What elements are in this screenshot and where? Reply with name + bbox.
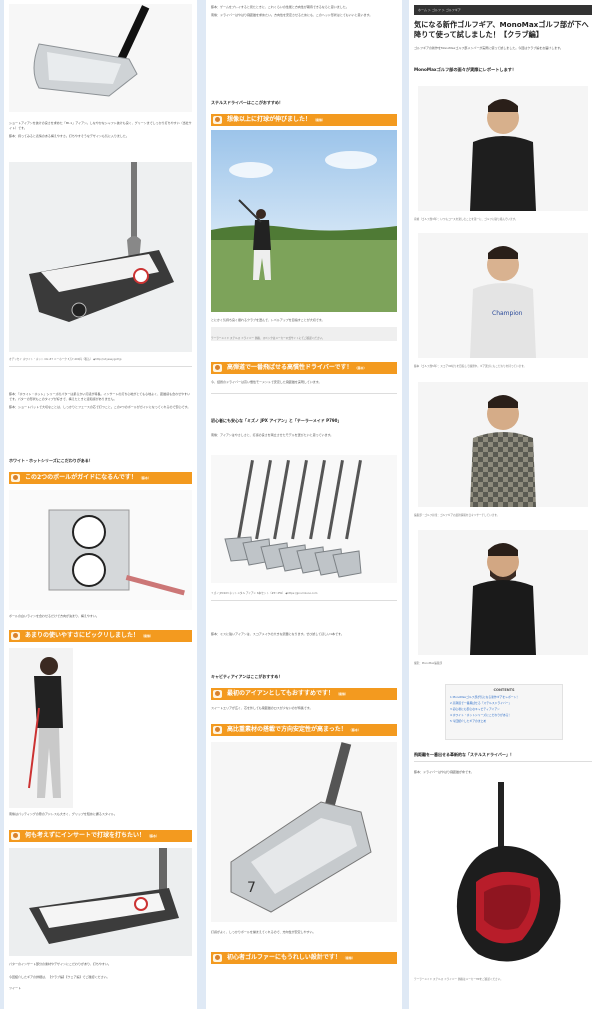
member-caption: 南條（ゴルフ歴3年）：いつもコースを楽しむことを第一に、ゴルフに取り組んでいます… (414, 218, 518, 221)
section-subheading: ステルスドライバーはここがおすすめ！ (211, 100, 283, 105)
member-caption: 藤本（ゴルフ歴5年）：スコア90切りを目指して練習中。ギア選びにもこだわりを持っ… (414, 365, 527, 368)
speaker-icon (11, 632, 20, 640)
paragraph: 藤本：ゲームをプレイすると見たときに、これくらいの性能と方向性が期待できるならと… (211, 5, 349, 9)
member-caption: 編集部・ゴルフ担当：ゴルフギアの最新情報を日々リサーチしています。 (414, 514, 500, 517)
paragraph: スイートエリアが広く、芯を外しても飛距離のロスが少ないのが特長です。 (211, 706, 313, 710)
product-credit: テーラーメイド ステルス ドライバー 価格はメーカーHPをご確認ください。 (414, 978, 503, 981)
section-banner: 最初のアイアンとしてもおすすめです！ （南條） (211, 688, 397, 700)
breadcrumb[interactable]: ホーム ＞ ゴルフ ＞ ゴルフギア (414, 5, 592, 15)
section-banner: あまりの使いやすさにビックリしました！ （南條） (9, 630, 192, 642)
speaker-icon (11, 474, 20, 482)
share-link[interactable]: ツイート (4, 986, 197, 991)
toc-title: CONTENTS (493, 688, 515, 692)
section-banner: 高比重素材の搭載で方向安定性が高まった！ （藤本） (211, 724, 397, 736)
paragraph: 藤本：ショートパットで大切なことは、しっかりとフェースの芯で打つこと。この2つの… (9, 405, 191, 409)
speaker-icon (213, 954, 222, 962)
toc-item[interactable]: 5 今回紹介したギアのまとめ (450, 718, 558, 724)
section-subheading: キャビティアイアンはここがおすすめ！ (211, 674, 283, 679)
photo-caption: 南條はパッティングの際のアドレスも大きく、グリップを短めに握るスタイル。 (9, 812, 117, 816)
driver-head-photo (418, 782, 588, 972)
member-photo-3 (418, 382, 588, 507)
paragraph: 藤本：持ってみると表情のある構えやすさ。打ちやすそうなデザインも気に入りました。 (9, 134, 129, 138)
paragraph: 藤本：「ホワイト・ホット」シリーズのパターは柔らかい打感が特長。インサートの打ち… (9, 392, 191, 401)
photo-credit: 撮影：MonoMax編集部 (414, 662, 442, 665)
product-credit: ミズノ JPX923 ホットメタル アイアン 6本セット（#5～PW） ◆htt… (211, 592, 318, 595)
paragraph: 藤本：ミスに強いアイアンは、スコアメイクの大きな武器になります。ぜひ試してほしい… (211, 632, 344, 636)
section-banner: 想像以上に打球が伸びました！ （南條） (211, 114, 397, 126)
putter-face-photo (9, 848, 192, 956)
product-credit: オデッセイ ホワイト・ホット OG #7 ニーホーク 3万7,400円（税込） … (9, 358, 122, 361)
iron-set-photo (211, 455, 397, 583)
footer-note: 今回紹介したギアの詳細は、【クラブ編】【ウェア編】でご確認ください。 (9, 975, 110, 979)
table-of-contents: CONTENTS 1 MonoMaxゴルフ部が気になる新作ギアをレポート！ 2 … (445, 684, 563, 740)
paragraph: 藤本：ドライバーはやはり飛距離が命です。 (414, 770, 474, 774)
paragraph: 南條：ドライバーはやはり飛距離を求めたい。方向性を安定させるためにも、このヘッド… (211, 13, 373, 17)
iron-head-closeup-photo: 7 (211, 742, 397, 922)
photo-caption: とにかく気持ち良く振れるクラブを選んで、レベルアップを目指すことが大切です。 (211, 318, 325, 322)
photo-caption: 打感がよく、しっかりボールを捕まえてくれるので、方向性が安定しやすい。 (211, 930, 316, 934)
article-column-2: 藤本：ゲームをプレイすると見たときに、これくらいの性能と方向性が期待できるならと… (206, 0, 402, 1009)
member-photo-2: Champion (418, 233, 588, 358)
member-photo-4 (418, 530, 588, 655)
paragraph: パターのインサート部分の素材やデザインにこだわりがあり、打ちやすい。 (9, 962, 111, 966)
iron-club-photo (9, 4, 192, 112)
section-banner: 何も考えずにインサートで打球を打ちたい！ （藤本） (9, 830, 192, 842)
paragraph: 今、話題のドライバーは高い慣性モーメントで安定した飛距離を実現しています。 (211, 380, 322, 384)
paragraph: ショートアイアンを抜けの良さを求めた「MI-1」アイアン。しなやかなシャフト抜け… (9, 121, 192, 130)
photo-caption: ボールの白いラインを合わせるだけで方向が決まり、構えやすい。 (9, 614, 99, 618)
section-banner: 初心者ゴルファーにもうれしい設計です！ （南條） (211, 952, 397, 964)
lead-heading: MonoMaxゴルフ部の面々が実際にレポートします！ (414, 67, 517, 72)
speaker-icon (213, 690, 222, 698)
member-photo-1 (418, 86, 588, 211)
putter-photo (9, 162, 192, 352)
section-banner: 高弾道で一番飛ばせる高慣性ドライバーです！ （藤本） (211, 362, 397, 374)
speaker-icon (213, 726, 222, 734)
section-subheading: 初心者にも安心な「ミズノ JPX アイアン」と「テーラーメイド P790」 (211, 418, 342, 423)
driver-swing-photo (211, 130, 397, 312)
section-banner: この2つのボールがガイドになるんです！ （藤本） (9, 472, 192, 484)
product-credit: テーラーメイド ステルス ドライバー 価格、スペックはメーカー公式サイトにてご確… (211, 337, 325, 340)
putting-stance-photo (9, 648, 73, 808)
article-column-3: ホーム ＞ ゴルフ ＞ ゴルフギア 気になる新作ゴルフギア、MonoMaxゴルフ… (409, 0, 597, 1009)
article-column-1: ショートアイアンを抜けの良さを求めた「MI-1」アイアン。しなやかなシャフト抜け… (4, 0, 197, 1009)
svg-text:Champion: Champion (492, 310, 523, 317)
paragraph: 南條：アイアンはやさしさと、打感の良さを両立させたモデルを選びたいと思っています… (211, 433, 334, 437)
svg-text:7: 7 (247, 880, 256, 896)
section-subheading: 飛距離を一番出せる革新的な「ステルスドライバー」！ (414, 752, 514, 757)
article-title: 気になる新作ゴルフギア、MonoMaxゴルフ部が下へ降りて使って試しました！【ク… (414, 20, 589, 39)
section-subheading: ホワイト・ホットシリーズにこだわりがある！ (9, 458, 93, 463)
intro-paragraph: ゴルフギアの新作をMonoMaxゴルフ部メンバーが実際に使って試しました。今回は… (414, 46, 563, 50)
speaker-icon (213, 364, 222, 372)
putter-top-photo (9, 490, 192, 610)
speaker-icon (213, 116, 222, 124)
speaker-icon (11, 832, 20, 840)
